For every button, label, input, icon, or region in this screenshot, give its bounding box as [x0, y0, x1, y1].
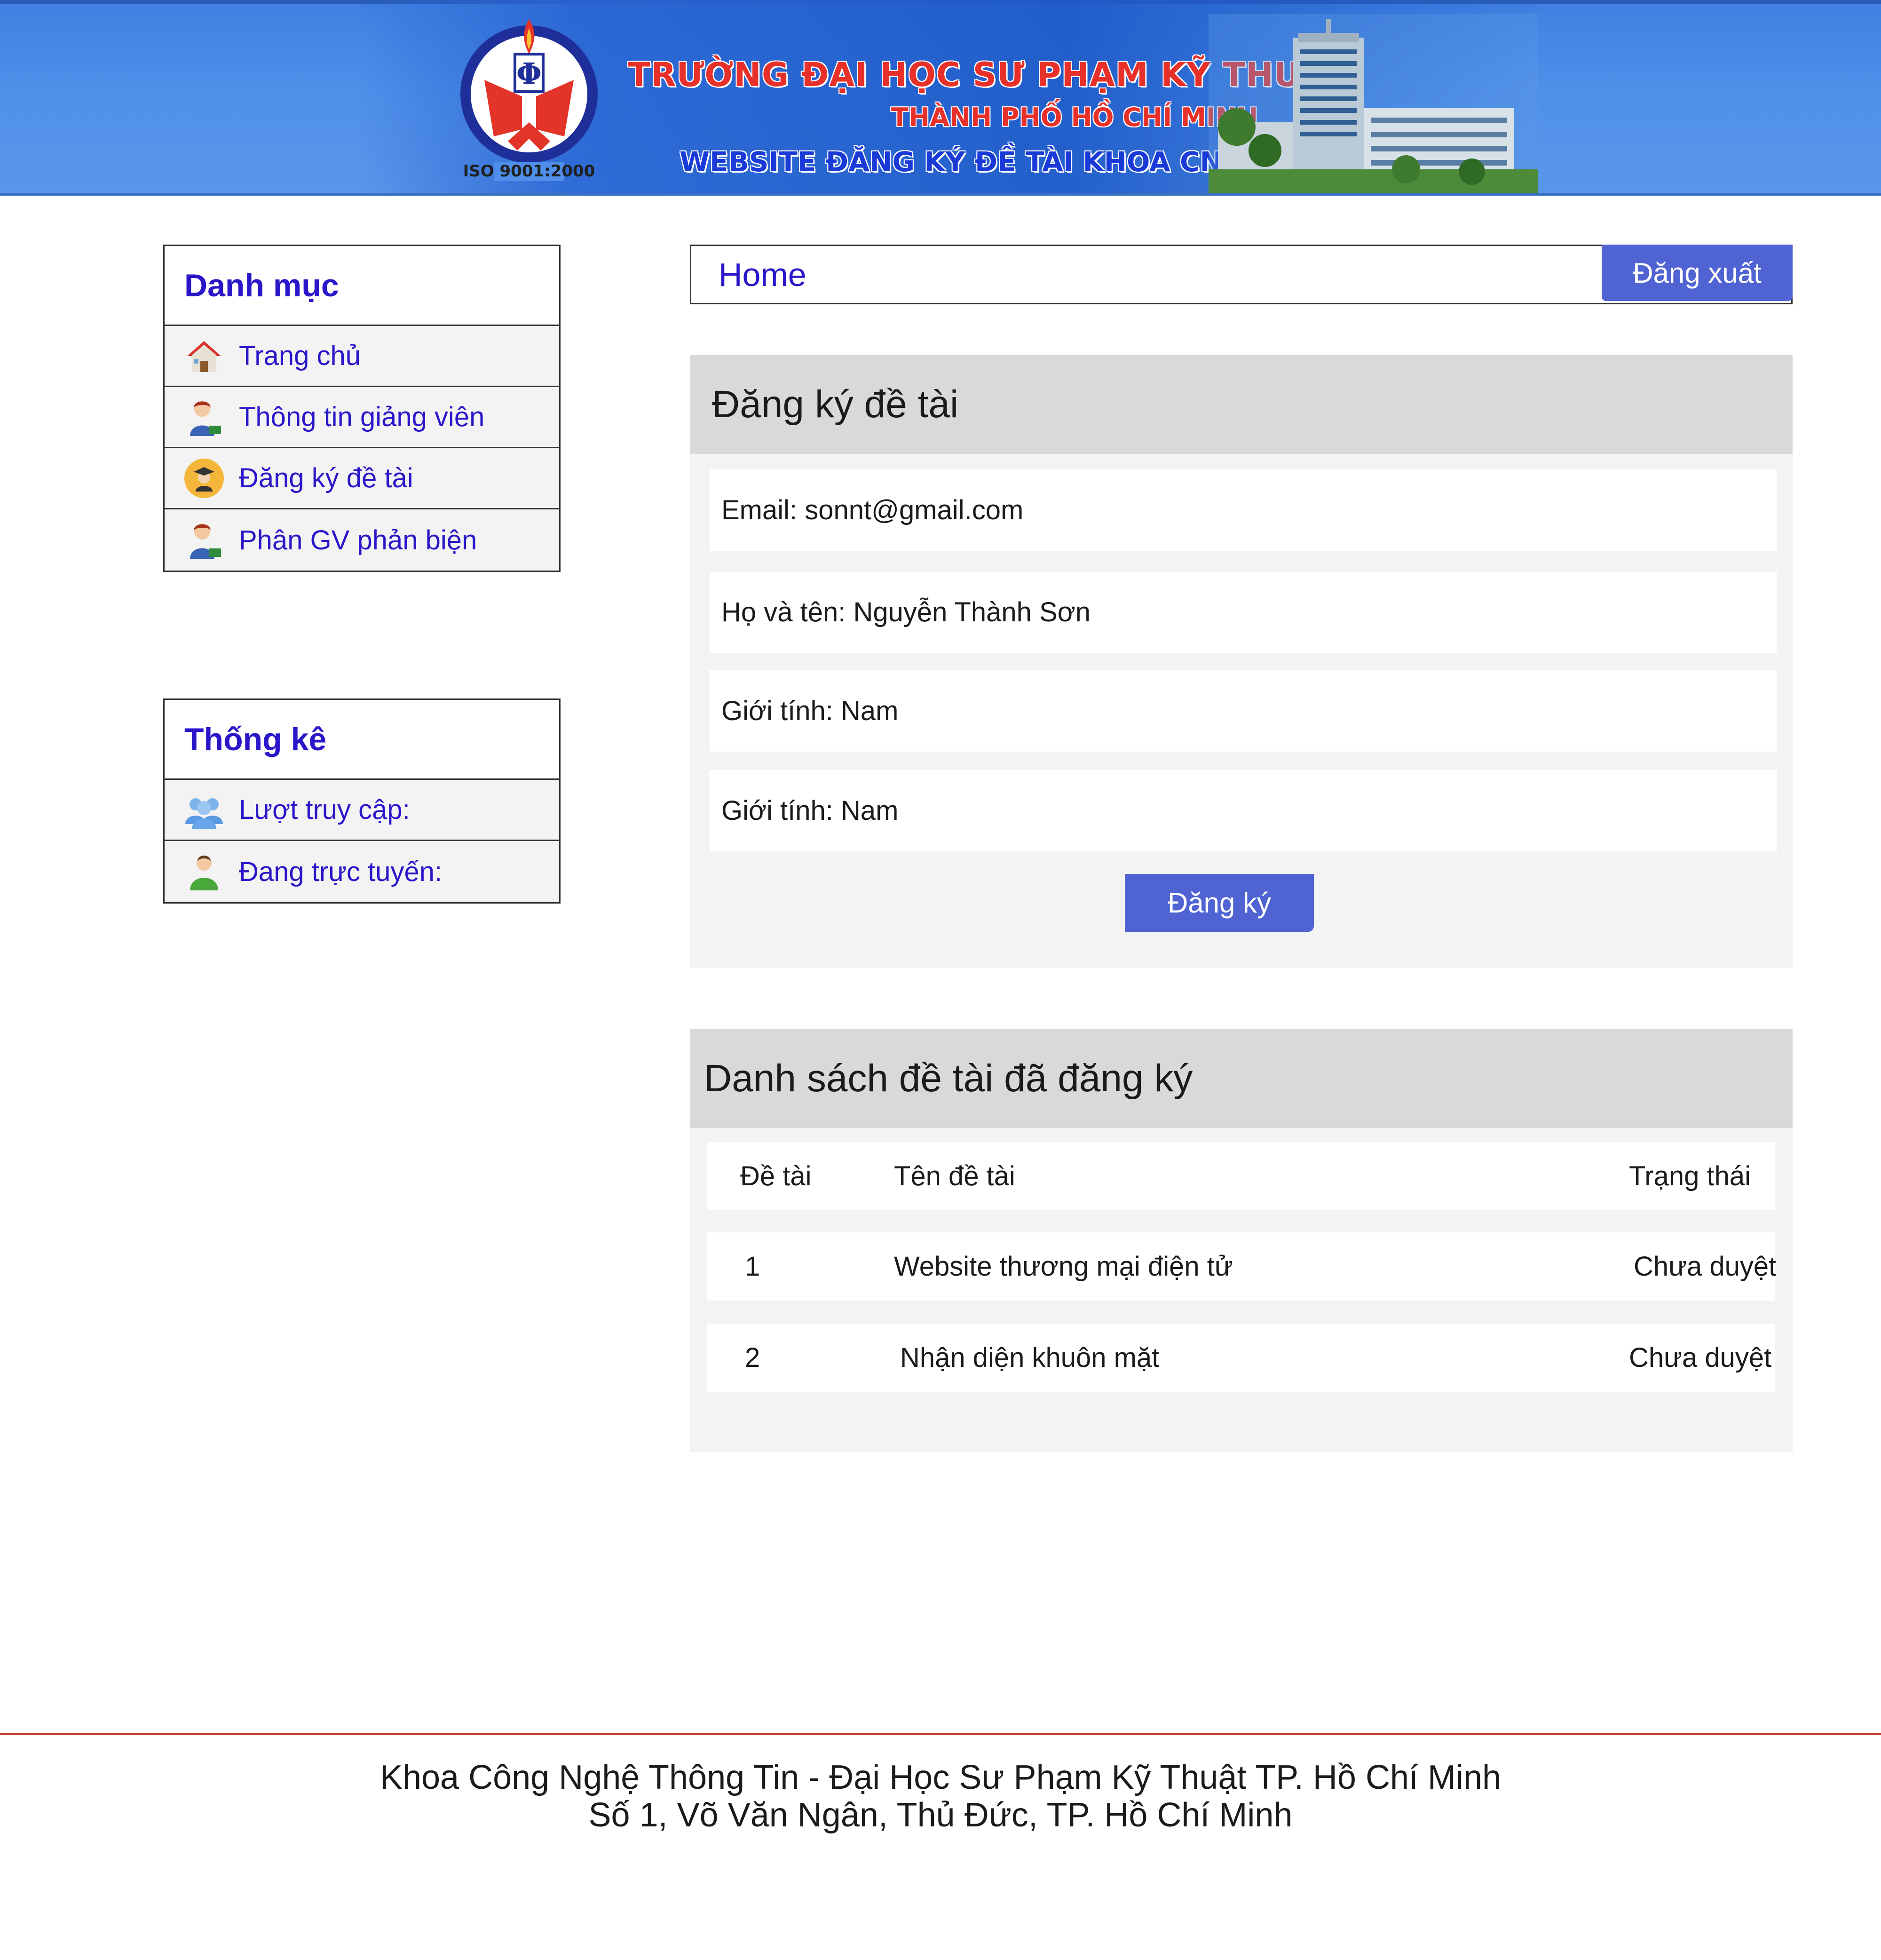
- teacher-icon: [190, 524, 221, 559]
- topic-number: 2: [745, 1342, 760, 1373]
- column-header-topic: Đề tài: [740, 1161, 812, 1191]
- table-header-row: Đề tài Tên đề tài Trạng thái: [707, 1142, 1775, 1210]
- home-link[interactable]: Home: [719, 246, 806, 303]
- sidebar-item-label: Đăng ký đề tài: [239, 463, 413, 493]
- stats-visits-label: Lượt truy cập:: [239, 794, 410, 825]
- table-row[interactable]: 2 Nhận diện khuôn mặt Chưa duyệt: [707, 1324, 1775, 1392]
- topic-number: 1: [745, 1251, 760, 1282]
- graduate-icon: [184, 458, 224, 498]
- sidebar-item-label: Phân GV phản biện: [239, 524, 477, 555]
- sidebar-item-register-topic[interactable]: Đăng ký đề tài: [165, 448, 559, 509]
- column-header-status: Trạng thái: [1629, 1161, 1751, 1191]
- campus-building-image: [1209, 14, 1538, 193]
- register-button[interactable]: Đăng ký: [1125, 874, 1314, 932]
- register-topic-title: Đăng ký đề tài: [690, 355, 1793, 454]
- teacher-icon: [190, 400, 221, 436]
- home-icon: [187, 341, 221, 372]
- fullname-field: Họ và tên: Nguyễn Thành Sơn: [710, 571, 1777, 653]
- topic-status: Chưa duyệt: [1629, 1342, 1772, 1373]
- top-nav-bar: Home Đăng xuất: [690, 245, 1793, 304]
- stats-panel: Thống kê Lượt truy cập: Đang trực tuyến:: [163, 698, 561, 904]
- banner-site-name: WEBSITE ĐĂNG KÝ ĐỀ TÀI KHOA CNTT: [680, 146, 1261, 178]
- iso-label: ISO 9001:2000: [463, 162, 595, 181]
- university-logo-icon: Φ ISO 9001:2000: [460, 19, 598, 181]
- footer-faculty: Khoa Công Nghệ Thông Tin - Đại Học Sư Ph…: [379, 1759, 1502, 1796]
- svg-text:Φ: Φ: [516, 56, 542, 91]
- topic-name: Nhận diện khuôn mặt: [900, 1342, 1160, 1373]
- online-user-icon: [190, 856, 218, 890]
- users-icon: [185, 798, 223, 829]
- stats-online: Đang trực tuyến:: [165, 841, 559, 902]
- menu-panel: Danh mục Trang chủ Thông tin giảng viên …: [163, 245, 561, 572]
- email-field: Email: sonnt@gmail.com: [710, 469, 1777, 551]
- footer-address: Số 1, Võ Văn Ngân, Thủ Đức, TP. Hồ Chí M…: [588, 1796, 1293, 1834]
- banner-city-name: THÀNH PHỐ HỒ CHÍ MINH: [891, 103, 1258, 132]
- register-topic-card: Đăng ký đề tài Email: sonnt@gmail.com Họ…: [690, 355, 1793, 968]
- sidebar-item-assign-reviewer[interactable]: Phân GV phản biện: [165, 509, 559, 571]
- sidebar-item-label: Trang chủ: [239, 341, 361, 371]
- table-row[interactable]: 1 Website thương mại điện tử Chưa duyệt: [707, 1232, 1777, 1301]
- topic-name: Website thương mại điện tử: [894, 1251, 1233, 1282]
- sidebar-item-label: Thông tin giảng viên: [239, 402, 485, 432]
- stats-visits: Lượt truy cập:: [165, 780, 559, 841]
- column-header-topic-name: Tên đề tài: [894, 1161, 1015, 1191]
- registered-topics-card: Danh sách đề tài đã đăng ký Đề tài Tên đ…: [690, 1029, 1793, 1452]
- footer-divider: [0, 1733, 1881, 1735]
- registered-topics-title: Danh sách đề tài đã đăng ký: [690, 1029, 1793, 1128]
- sidebar-item-teacher-info[interactable]: Thông tin giảng viên: [165, 387, 559, 448]
- stats-online-label: Đang trực tuyến:: [239, 856, 443, 887]
- header-banner: Φ ISO 9001:2000 TRƯỜNG ĐẠI HỌC SƯ PHẠM K…: [0, 0, 1881, 196]
- stats-panel-title: Thống kê: [165, 700, 559, 780]
- sidebar-item-home[interactable]: Trang chủ: [165, 326, 559, 387]
- gender-field: Giới tính: Nam: [710, 770, 1777, 851]
- menu-panel-title: Danh mục: [165, 246, 559, 326]
- gender-field: Giới tính: Nam: [710, 670, 1777, 752]
- topic-status: Chưa duyệt: [1634, 1251, 1777, 1282]
- logout-button[interactable]: Đăng xuất: [1602, 245, 1793, 301]
